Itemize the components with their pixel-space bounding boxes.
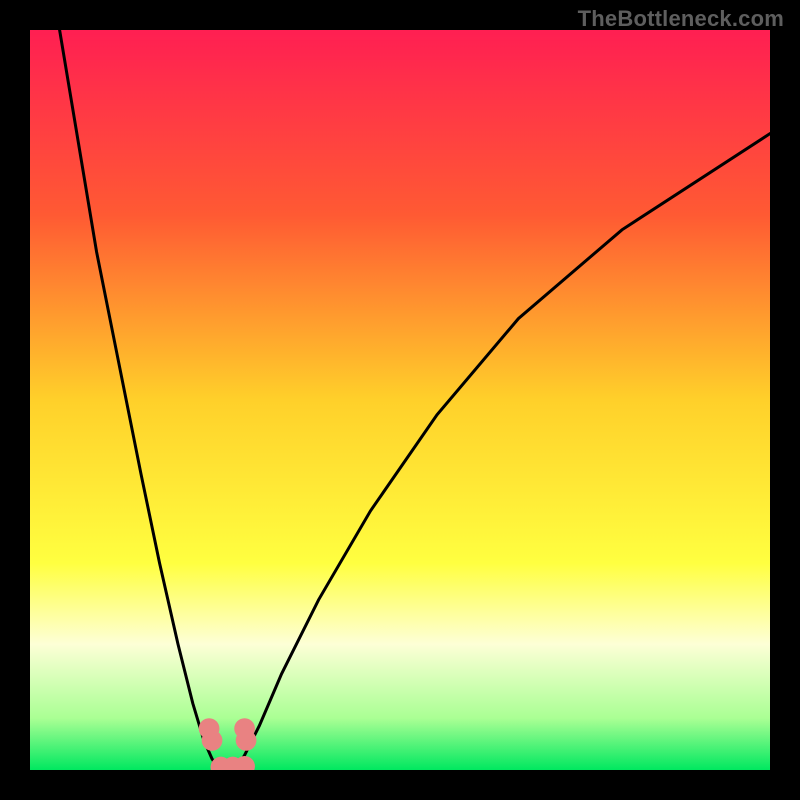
plot-background [30, 30, 770, 770]
plot-svg [30, 30, 770, 770]
marker-dot [202, 730, 223, 751]
watermark-text: TheBottleneck.com [578, 6, 784, 32]
chart-frame: TheBottleneck.com [0, 0, 800, 800]
plot-area [30, 30, 770, 770]
marker-dot [236, 730, 257, 751]
